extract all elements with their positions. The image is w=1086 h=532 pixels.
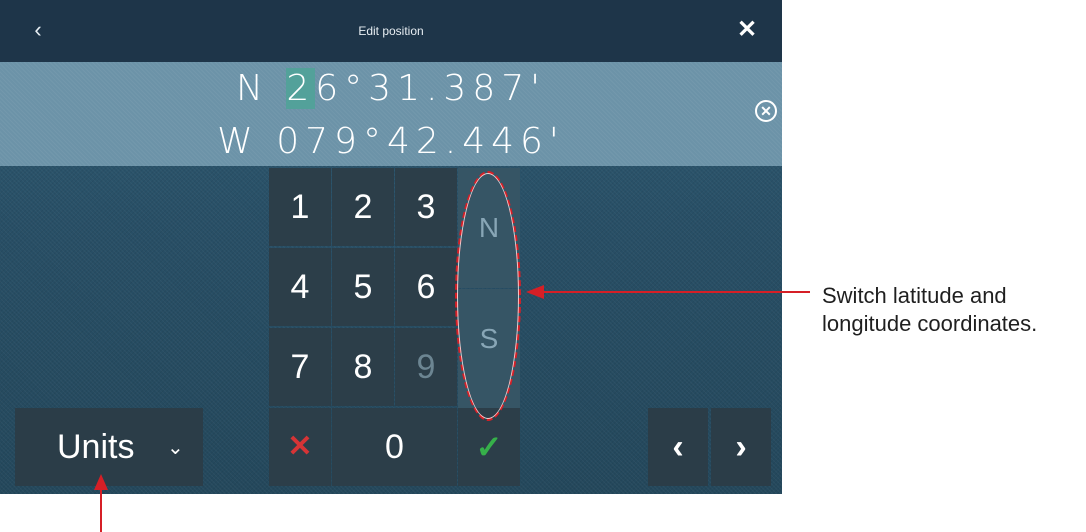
callout-line-2: longitude coordinates. — [822, 311, 1038, 336]
callout-arrowhead — [526, 285, 544, 299]
annotation-arrows — [94, 285, 810, 532]
callout-line-1: Switch latitude and — [822, 283, 1007, 308]
callout-text: Switch latitude and longitude coordinate… — [822, 282, 1037, 338]
units-arrowhead — [94, 474, 108, 490]
